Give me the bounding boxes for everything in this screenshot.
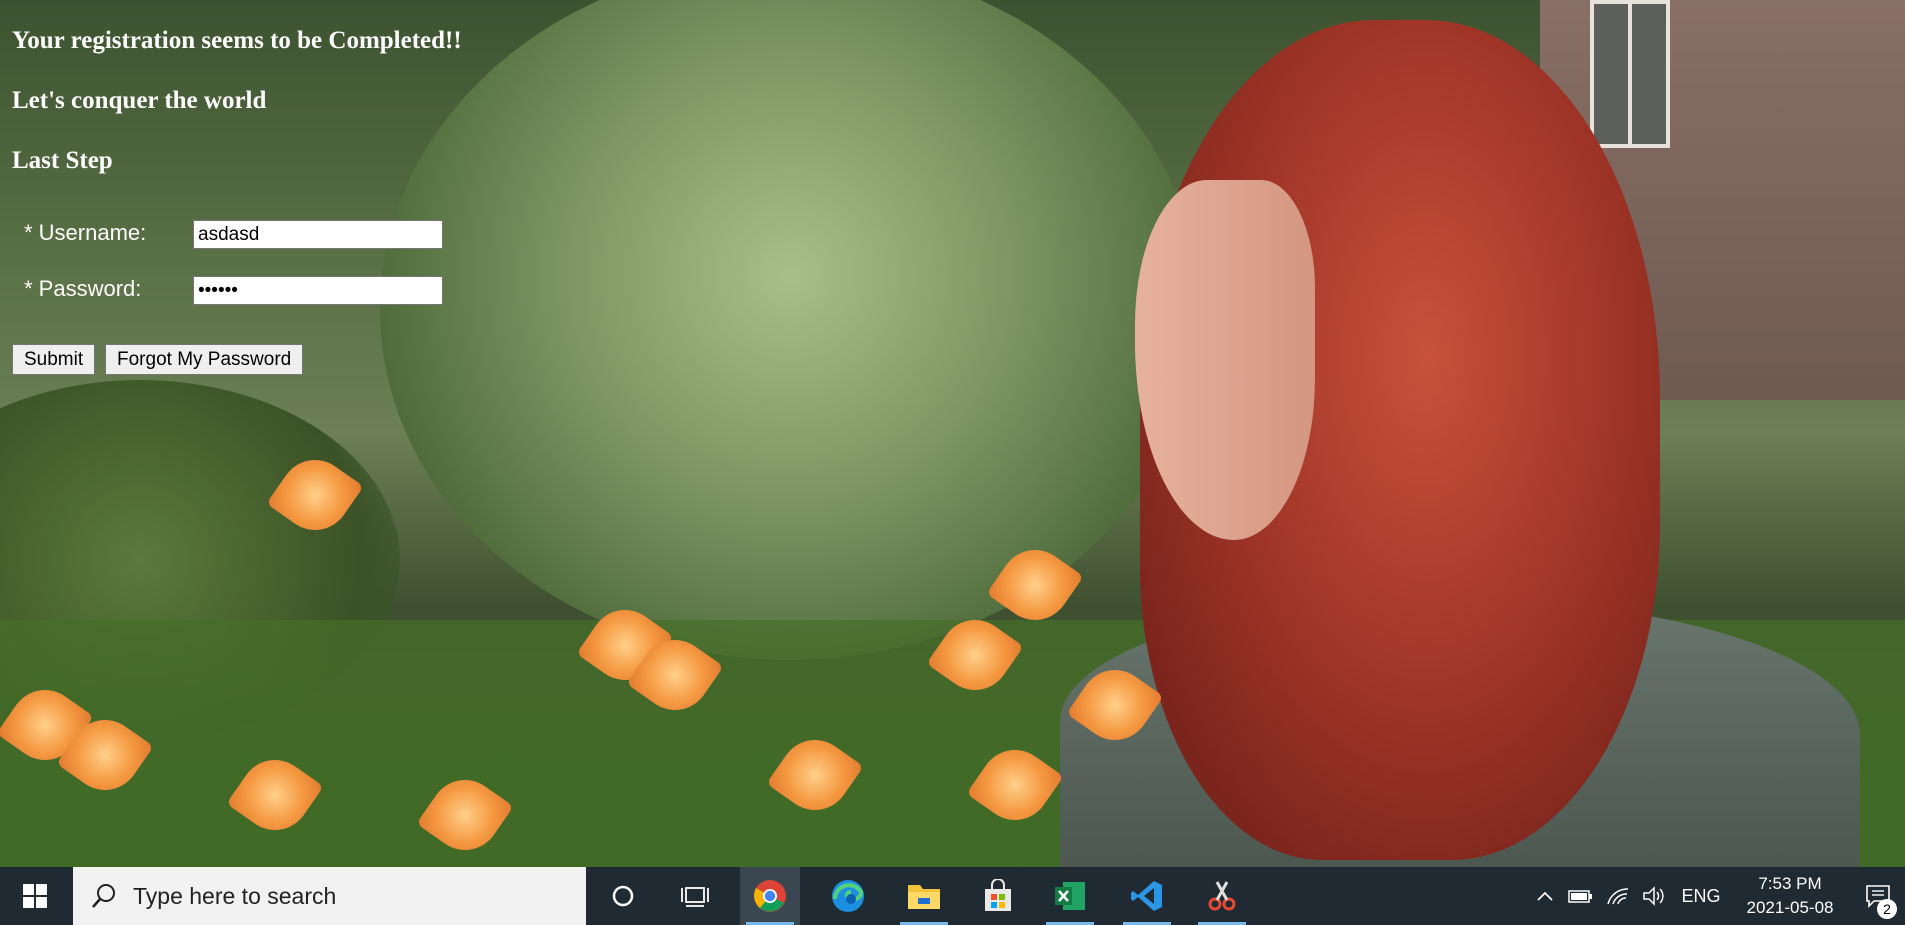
start-button[interactable] (0, 867, 70, 925)
network-button[interactable] (1602, 867, 1634, 925)
chevron-up-icon (1537, 891, 1553, 901)
password-input[interactable] (193, 276, 443, 305)
vscode-icon (1131, 881, 1162, 911)
action-center-button[interactable]: 2 (1850, 867, 1905, 925)
show-hidden-icons-button[interactable] (1530, 867, 1560, 925)
taskbar-app-file-explorer[interactable] (894, 867, 954, 925)
wifi-icon (1607, 888, 1629, 905)
background-photo (0, 0, 1905, 867)
clock-date: 2021-05-08 (1746, 898, 1834, 917)
password-row: * Password: (24, 276, 194, 302)
file-explorer-icon (908, 885, 940, 909)
clock[interactable]: 7:53 PM 2021-05-08 (1730, 867, 1850, 925)
excel-icon (1055, 882, 1085, 910)
volume-button[interactable] (1638, 867, 1670, 925)
taskbar-app-chrome[interactable] (740, 867, 800, 925)
snipping-tool-icon (1208, 881, 1236, 911)
clock-time: 7:53 PM (1758, 874, 1822, 893)
search-icon (92, 884, 115, 908)
cortana-icon (612, 885, 634, 907)
taskbar-app-vscode[interactable] (1117, 867, 1177, 925)
search-placeholder: Type here to search (133, 882, 337, 909)
battery-icon (1568, 890, 1592, 903)
submit-button[interactable]: Submit (12, 344, 96, 375)
forgot-password-button[interactable]: Forgot My Password (105, 344, 304, 375)
page-title: Your registration seems to be Completed!… (12, 27, 462, 54)
taskbar-search-box[interactable]: Type here to search (73, 867, 586, 925)
store-icon (985, 879, 1011, 911)
notification-badge: 2 (1877, 899, 1897, 919)
password-label: * Password: (24, 276, 142, 301)
username-input[interactable] (193, 220, 443, 249)
taskbar-app-edge[interactable] (818, 867, 878, 925)
windows-logo-icon (23, 884, 47, 908)
taskbar-app-snipping-tool[interactable] (1192, 867, 1252, 925)
volume-icon (1643, 886, 1664, 906)
page-subtitle: Let's conquer the world (12, 87, 267, 114)
taskbar-app-excel[interactable] (1040, 867, 1100, 925)
task-view-button[interactable] (665, 867, 725, 925)
chrome-icon (754, 880, 786, 912)
taskbar: Type here to search ENG 7:53 PM 2021-05-… (0, 867, 1905, 925)
username-row: * Username: (24, 220, 194, 246)
edge-icon (832, 880, 864, 912)
cortana-button[interactable] (594, 867, 652, 925)
task-view-icon (681, 887, 709, 907)
username-label: * Username: (24, 220, 147, 245)
input-language-button[interactable]: ENG (1676, 867, 1726, 925)
taskbar-app-store[interactable] (968, 867, 1028, 925)
battery-button[interactable] (1565, 867, 1597, 925)
step-heading: Last Step (12, 147, 113, 174)
